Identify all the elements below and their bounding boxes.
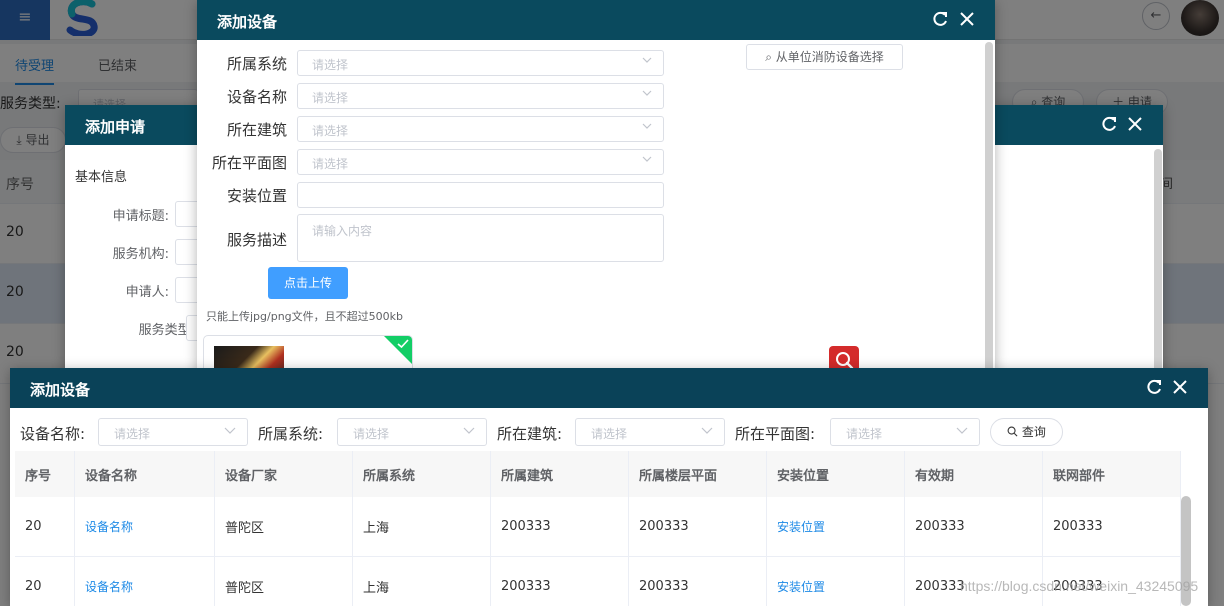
cell-device-name-link[interactable]: 设备名称	[75, 497, 215, 556]
building-select[interactable]: 请选择	[297, 116, 664, 142]
placeholder: 请选择	[312, 58, 349, 72]
add-device-dialog-upper: 添加设备 所属系统 请选择 设备名称 请选择 所在建筑 请选择 所在平面图 请选…	[197, 0, 995, 400]
col-expiry: 有效期	[905, 451, 1043, 497]
table-header: 序号 设备名称 设备厂家 所属系统 所属建筑 所属楼层平面 安装位置 有效期 联…	[15, 451, 1181, 497]
placeholder: 请选择	[312, 157, 349, 171]
cell-location-link[interactable]: 安装位置	[767, 497, 905, 556]
close-icon[interactable]	[1126, 115, 1144, 133]
field-label: 服务机构:	[112, 247, 169, 262]
cell-index: 20	[15, 557, 75, 606]
cell-building: 200333	[491, 557, 629, 606]
chevron-down-icon	[701, 427, 713, 434]
cell-index: 20	[15, 497, 75, 556]
col-device-name: 设备名称	[75, 451, 215, 497]
cell-system: 上海	[353, 557, 491, 606]
install-location-input[interactable]	[297, 182, 664, 208]
label-system: 所属系统	[226, 55, 287, 73]
pick-from-unit-label: 从单位消防设备选择	[775, 50, 884, 64]
chevron-down-icon	[642, 57, 652, 63]
query-system-select[interactable]: 请选择	[337, 418, 487, 446]
cell-vendor: 普陀区	[215, 497, 353, 556]
query-label-device-name: 设备名称:	[20, 425, 86, 443]
chevron-down-icon	[642, 90, 652, 96]
apply-field-service-type: 服务类型:	[65, 315, 195, 341]
apply-field-title: 申请标题:	[65, 201, 169, 227]
col-index: 序号	[15, 451, 75, 497]
placeholder: 请选择	[353, 427, 390, 441]
cell-expiry: 200333	[905, 497, 1043, 556]
placeholder: 请选择	[591, 427, 628, 441]
col-building: 所属建筑	[491, 451, 629, 497]
refresh-icon[interactable]	[931, 10, 949, 28]
cell-device-name-link[interactable]: 设备名称	[75, 557, 215, 606]
placeholder: 请选择	[114, 427, 151, 441]
query-label-floor-plan: 所在平面图:	[735, 425, 816, 443]
label-device-name: 设备名称	[226, 88, 287, 106]
close-icon[interactable]	[1171, 378, 1189, 396]
dialog-header: 添加设备	[197, 0, 995, 40]
upload-tip: 只能上传jpg/png文件，且不超过500kb	[206, 310, 404, 323]
refresh-icon[interactable]	[1145, 378, 1163, 396]
query-building-select[interactable]: 请选择	[575, 418, 725, 446]
chevron-down-icon	[642, 156, 652, 162]
chevron-down-icon	[956, 427, 968, 434]
add-device-dialog: 添加设备 设备名称: 请选择 所属系统: 请选择 所在建筑: 请选择 所在平面图…	[10, 368, 1208, 606]
pick-from-unit-button[interactable]: ⌕ 从单位消防设备选择	[746, 44, 903, 70]
dialog-title: 添加申请	[85, 118, 146, 136]
dialog-title: 添加设备	[30, 381, 91, 399]
apply-field-applicant: 申请人:	[65, 277, 169, 303]
chevron-down-icon	[463, 427, 475, 434]
query-label-building: 所在建筑:	[497, 425, 563, 443]
cell-vendor: 普陀区	[215, 557, 353, 606]
search-icon	[1007, 426, 1018, 437]
dialog-scrollbar[interactable]	[985, 42, 993, 400]
floor-plan-select[interactable]: 请选择	[297, 149, 664, 175]
placeholder: 请选择	[846, 427, 883, 441]
label-floor-plan: 所在平面图	[211, 154, 287, 172]
refresh-icon[interactable]	[1100, 115, 1118, 133]
cell-floor: 200333	[629, 557, 767, 606]
query-label-system: 所属系统:	[258, 425, 324, 443]
query-device-name-select[interactable]: 请选择	[98, 418, 248, 446]
placeholder: 请选择	[312, 124, 349, 138]
description-textarea[interactable]: 请输入内容	[297, 214, 664, 262]
check-icon	[397, 339, 409, 349]
chevron-down-icon	[224, 427, 236, 434]
device-name-select[interactable]: 请选择	[297, 83, 664, 109]
system-select[interactable]: 请选择	[297, 50, 664, 76]
upload-button[interactable]: 点击上传	[268, 267, 348, 299]
col-vendor: 设备厂家	[215, 451, 353, 497]
dialog-header: 添加设备	[10, 368, 1208, 408]
placeholder: 请选择	[312, 91, 349, 105]
section-basic-info: 基本信息	[75, 170, 128, 185]
label-building: 所在建筑	[226, 121, 287, 139]
chevron-down-icon	[642, 123, 652, 129]
field-label: 申请标题:	[112, 209, 169, 224]
apply-field-org: 服务机构:	[65, 239, 169, 265]
query-floor-plan-select[interactable]: 请选择	[830, 418, 980, 446]
query-button-label: 查询	[1021, 425, 1046, 439]
table-row[interactable]: 20 设备名称 普陀区 上海 200333 200333 安装位置 200333…	[15, 497, 1181, 557]
close-icon[interactable]	[958, 10, 976, 28]
field-label: 申请人:	[125, 285, 169, 300]
col-network-part: 联网部件	[1043, 451, 1181, 497]
cell-system: 上海	[353, 497, 491, 556]
col-floor: 所属楼层平面	[629, 451, 767, 497]
col-system: 所属系统	[353, 451, 491, 497]
cell-location-link[interactable]: 安装位置	[767, 557, 905, 606]
label-description: 服务描述	[226, 231, 287, 249]
label-install-location: 安装位置	[226, 187, 287, 205]
col-location: 安装位置	[767, 451, 905, 497]
cell-floor: 200333	[629, 497, 767, 556]
watermark: https://blog.csdn.net/weixin_43245095	[960, 578, 1199, 594]
query-button[interactable]: 查询	[990, 418, 1063, 446]
dialog-title: 添加设备	[217, 13, 278, 31]
cell-building: 200333	[491, 497, 629, 556]
cell-network-part: 200333	[1043, 497, 1181, 556]
